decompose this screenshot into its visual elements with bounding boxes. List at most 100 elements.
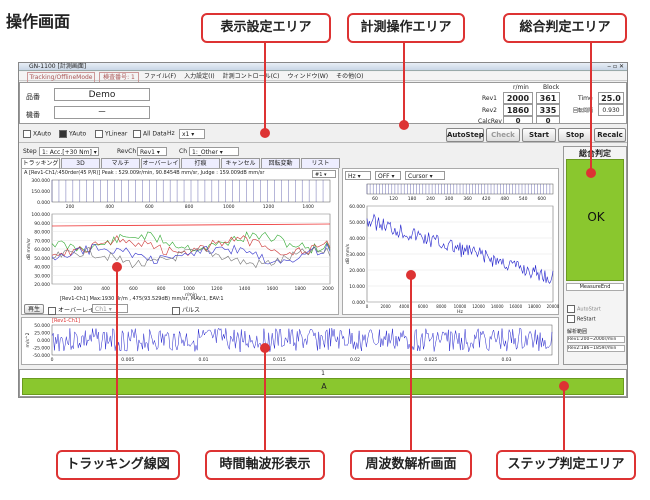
connector-time — [264, 348, 266, 450]
freq-upper-xtick: 240 — [426, 196, 435, 202]
hz-label: Hz — [167, 130, 175, 137]
tab-5[interactable]: キャンセル — [221, 158, 260, 168]
serial-field[interactable]: － — [54, 106, 150, 119]
tracking-xtick: 2000 — [322, 286, 334, 292]
tracking-ytick: 20.000 — [34, 282, 50, 288]
freq-xtick: 14000 — [491, 304, 504, 309]
tracking-upper-xtick: 1000 — [223, 204, 235, 210]
step-select[interactable]: 1: Acc.[+30 Nm] ▾ — [39, 147, 99, 156]
menu-item-2[interactable]: 計測コントロール(C) — [223, 73, 280, 80]
callout-step-judge: ステップ判定エリア — [496, 450, 636, 480]
ylinear-check[interactable]: YLinear — [95, 130, 127, 138]
menu-item-0[interactable]: ファイル(F) — [144, 73, 176, 80]
tracking-ytick: 80.000 — [34, 230, 50, 236]
col-block: Block — [543, 84, 560, 91]
tracking-xtick: 1600 — [267, 286, 279, 292]
time-xtick: 0.02 — [350, 357, 360, 363]
freq-unit-select[interactable]: Hz ▾ — [345, 171, 371, 180]
range-rev2: Rev2:186~1859r/min — [567, 345, 625, 352]
callout-display-settings: 表示設定エリア — [201, 13, 331, 43]
time-panel: [Rev1-Ch1] 50.000 25.000 0.000 -25.000 -50.0… — [21, 317, 559, 365]
start-button[interactable]: Start — [522, 128, 556, 142]
time-ylabel: m/s^2 — [25, 332, 31, 347]
calcrev-rmin: 0 — [503, 116, 533, 125]
time-xtick: 0.015 — [273, 357, 286, 363]
stop-button[interactable]: Stop — [558, 128, 592, 142]
tab-3[interactable]: オーバーレイ — [141, 158, 180, 168]
product-label: 品番 — [26, 93, 40, 101]
overlay-ch-select[interactable]: Ch1 ▾ — [92, 304, 128, 313]
tab-7[interactable]: リスト — [301, 158, 340, 168]
restart-check[interactable]: ReStart — [567, 315, 596, 323]
page-title: 操作画面 — [6, 12, 71, 31]
time-xtick: 0 — [51, 357, 54, 363]
autostart-check[interactable]: AutoStart — [567, 305, 601, 313]
xauto-check[interactable]: XAuto — [23, 130, 51, 138]
selectors-row: Step 1: Acc.[+30 Nm] ▾ RevCh Rev1 ▾ Ch 1… — [19, 146, 559, 158]
connector-display — [264, 42, 266, 132]
judge-panel: 総合判定 OK MeasureEnd AutoStart ReStart 解析範… — [563, 146, 627, 365]
alldata-check[interactable]: All Data — [133, 130, 167, 138]
marker-tracking — [112, 262, 122, 272]
freq-ytick: 40.000 — [349, 236, 365, 242]
menu-item-1[interactable]: 入力設定(I) — [184, 73, 214, 80]
tracking-upper-xtick: 200 — [66, 204, 75, 210]
menu-item-3[interactable]: ウィンドウ(W) — [287, 73, 328, 80]
tracking-xtick: 400 — [101, 286, 110, 292]
window-controls[interactable]: ‒ ▫ ✕ — [607, 63, 624, 71]
marker-step — [559, 381, 569, 391]
product-field[interactable]: Demo — [54, 88, 150, 101]
tab-6[interactable]: 回転変動 — [261, 158, 300, 168]
yauto-check[interactable]: YAuto — [59, 130, 86, 138]
freq-upper-xtick: 60 — [372, 196, 378, 202]
hz-select[interactable]: x1 ▾ — [179, 129, 205, 139]
freq-upper-xtick: 480 — [500, 196, 509, 202]
control-row: XAuto YAuto YLinear All Data Hz x1 ▾ Aut… — [19, 126, 627, 143]
recalc-button[interactable]: Recalc — [594, 128, 626, 142]
revch-select[interactable]: Rev1 ▾ — [137, 147, 167, 156]
callout-measure-ops: 計測操作エリア — [347, 13, 465, 43]
tab-1[interactable]: 3D — [61, 158, 100, 168]
overlay-check[interactable]: オーバーレイ — [48, 305, 94, 315]
tracking-ylabel: dB mm/sr — [26, 238, 32, 260]
play-button[interactable]: 再生 — [24, 304, 44, 314]
step-label: Step — [23, 148, 37, 155]
tracking-page-select[interactable]: #1 ▾ — [312, 170, 336, 178]
tracking-xtick: 1200 — [211, 286, 223, 292]
freq-cursor-select[interactable]: Cursor ▾ — [405, 171, 445, 180]
freq-xtick: 6000 — [418, 304, 429, 309]
autostep-button[interactable]: AutoStep — [446, 128, 484, 142]
tab-2[interactable]: マルチ — [101, 158, 140, 168]
window-title: GN-1100 [計測画面] — [29, 63, 87, 70]
freq-mode-select[interactable]: OFF ▾ — [375, 171, 401, 180]
ch-select[interactable]: 1:_Other ▾ — [189, 147, 239, 156]
app-window: GN-1100 [計測画面] ‒ ▫ ✕ Tracking/OfflineMod… — [18, 62, 628, 398]
rev2-rmin: 1860 — [503, 104, 533, 116]
revch-label: RevCh — [117, 148, 137, 155]
freq-xlabel: Hz — [457, 309, 463, 314]
marker-time — [260, 343, 270, 353]
window-titlebar: GN-1100 [計測画面] ‒ ▫ ✕ — [19, 63, 627, 71]
callout-tracking: トラッキング線図 — [56, 450, 180, 480]
connector-step — [563, 386, 565, 450]
freq-xtick: 20000 — [547, 304, 560, 309]
tracking-upper-ytick: 0.000 — [37, 200, 50, 206]
tab-4[interactable]: 打痕 — [181, 158, 220, 168]
freq-ytick: 20.000 — [349, 268, 365, 274]
tracking-xtick: 200 — [74, 286, 83, 292]
freq-xtick: 18000 — [528, 304, 541, 309]
pulse-check[interactable]: パルス — [172, 305, 200, 315]
tab-0[interactable]: トラッキング — [21, 158, 60, 168]
time-xtick: 0.005 — [121, 357, 134, 363]
callout-time-waveform: 時間軸波形表示 — [205, 450, 325, 480]
menu-item-4[interactable]: その他(O) — [336, 73, 363, 80]
tracking-ytick: 30.000 — [34, 273, 50, 279]
tracking-upper-xtick: 1400 — [302, 204, 314, 210]
rev2-label: Rev2 — [482, 107, 497, 114]
tracking-upper-xtick: 800 — [185, 204, 194, 210]
judge-title: 総合判定 — [579, 149, 611, 158]
time-ytick: -50.000 — [33, 353, 51, 359]
rev1-block: 361 — [536, 92, 560, 104]
callout-overall-judge: 総合判定エリア — [503, 13, 627, 43]
check-button[interactable]: Check — [486, 128, 520, 142]
